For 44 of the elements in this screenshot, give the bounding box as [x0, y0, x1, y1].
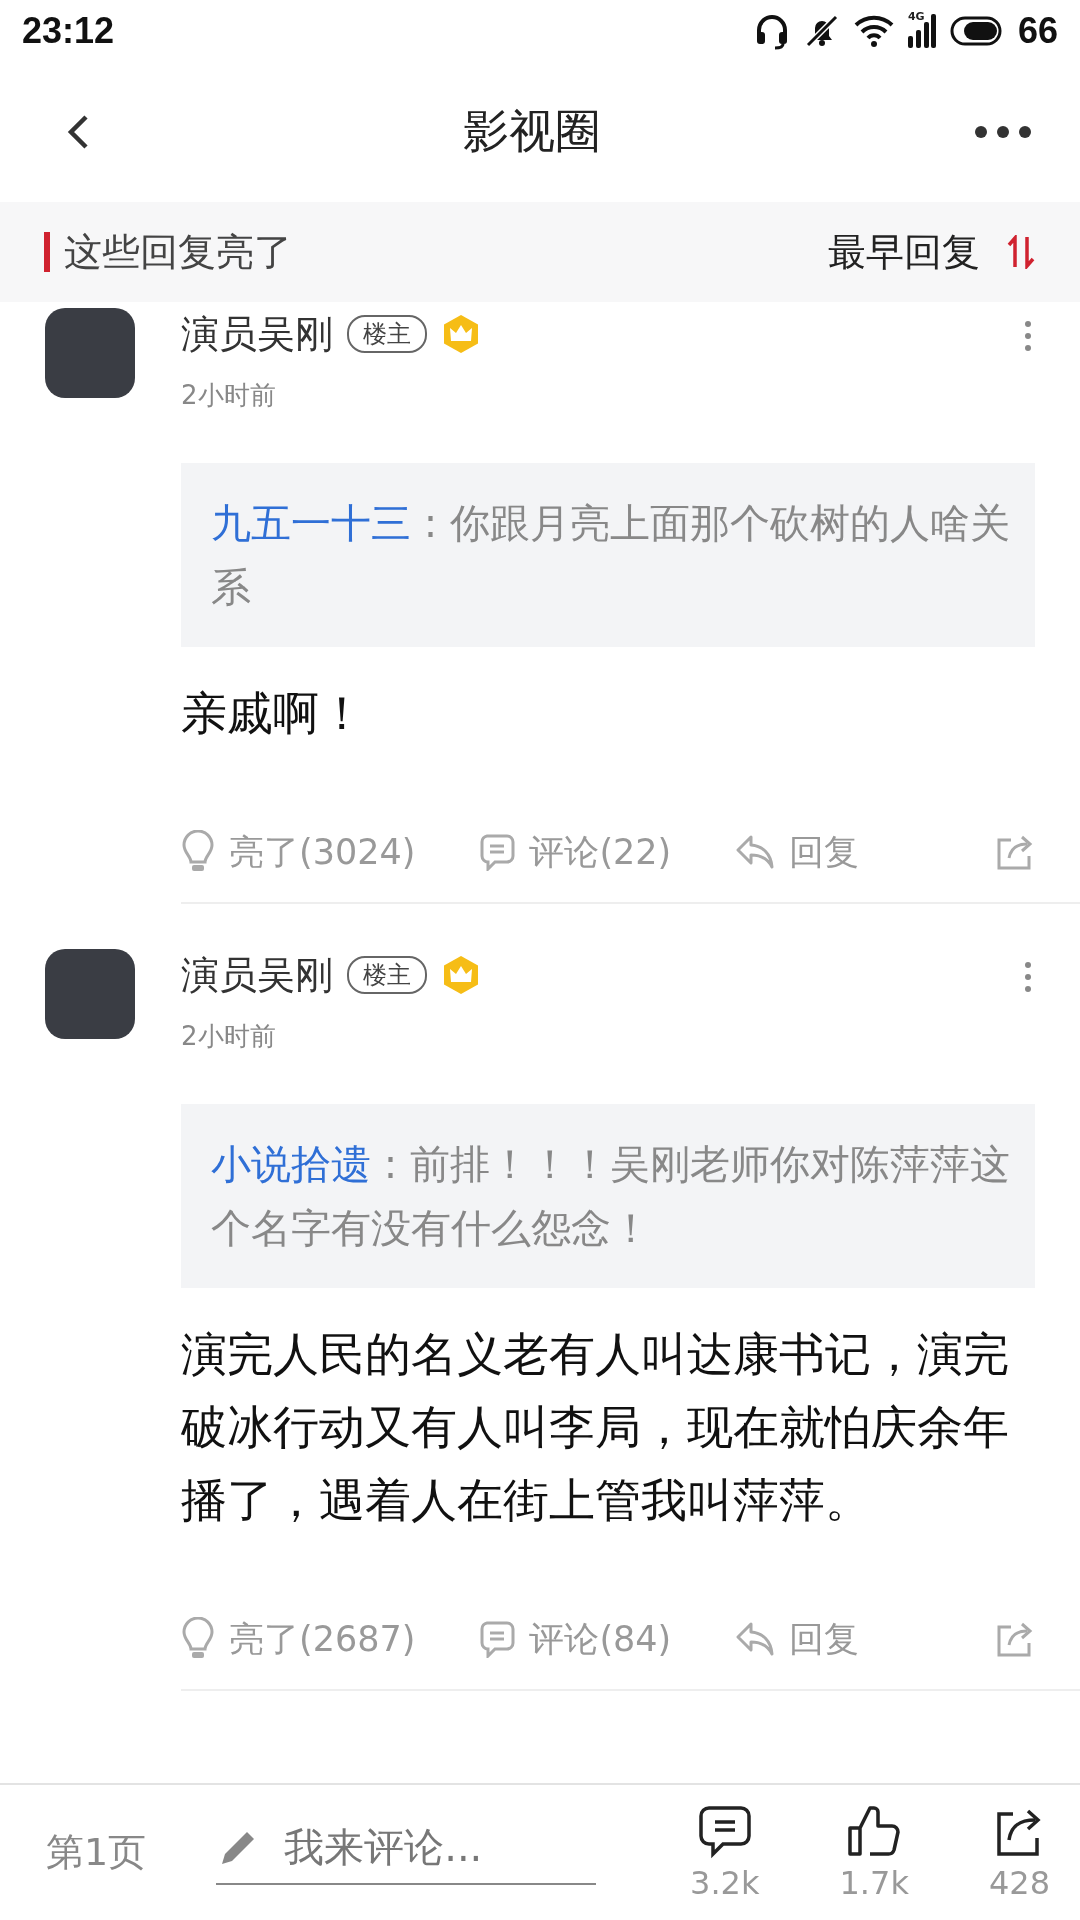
comment-button[interactable]: 评论(22) [479, 828, 672, 876]
battery-level: 66 [1017, 10, 1058, 52]
speech-bubble-icon [696, 1803, 753, 1860]
page-title: 影视圈 [463, 103, 601, 160]
post-time: 2小时前 [181, 379, 277, 412]
quoted-user-link[interactable]: 九五一十三 [211, 500, 411, 546]
reply-button[interactable]: 回复 [735, 1615, 860, 1663]
reply-arrow-icon [735, 1621, 776, 1657]
reply-text: 亲戚啊！ [181, 685, 366, 742]
comment-button[interactable]: 评论(84) [479, 1615, 672, 1663]
sort-button[interactable]: 最早回复 [828, 226, 1036, 278]
sort-icon [1006, 235, 1036, 269]
avatar-placeholder[interactable] [45, 949, 135, 1039]
comments-button[interactable]: 3.2k [690, 1803, 760, 1902]
author-name[interactable]: 演员吴刚 [181, 949, 333, 1001]
post-time: 2小时前 [181, 1020, 277, 1053]
like-button[interactable]: 1.7k [839, 1803, 909, 1902]
page-indicator[interactable]: 第1页 [46, 1827, 147, 1878]
reply-button[interactable]: 回复 [735, 828, 860, 876]
crown-icon [441, 955, 481, 995]
quoted-user-link[interactable]: 小说拾遗 [211, 1141, 371, 1187]
quoted-text: 小说拾遗 : 前排！！！吴刚老师你对陈萍萍这个名字有没有什么怨念！ [211, 1140, 1011, 1253]
share-button[interactable]: 428 [988, 1803, 1050, 1902]
comment-field[interactable]: 我来评论... [216, 1820, 597, 1885]
reply-arrow-icon [735, 834, 776, 870]
speech-bubble-icon [479, 833, 516, 871]
wifi-icon [853, 15, 894, 47]
quoted-text: 九五一十三 : 你跟月亮上面那个砍树的人啥关系 [211, 499, 1011, 612]
crown-icon [441, 314, 481, 354]
more-icon[interactable] [974, 125, 1032, 139]
op-badge: 楼主 [347, 315, 427, 353]
light-button[interactable]: 亮了(2687) [181, 1615, 416, 1663]
status-time: 23:12 [22, 10, 115, 52]
battery-icon [949, 16, 1004, 46]
speech-bubble-icon [479, 1620, 516, 1658]
op-badge: 楼主 [347, 956, 427, 994]
light-button[interactable]: 亮了(3024) [181, 828, 416, 876]
section-title: 这些回复亮了 [64, 228, 292, 276]
lightbulb-icon [181, 830, 215, 874]
author-name[interactable]: 演员吴刚 [181, 308, 333, 360]
back-icon[interactable] [66, 114, 90, 150]
avatar-placeholder[interactable] [45, 308, 135, 398]
reply-text: 演完人民的名义老有人叫达康书记，演完破冰行动又有人叫李局，现在就怕庆余年播了，遇着人在街上管我叫萍萍。 [181, 1326, 1010, 1529]
lightbulb-icon [181, 1617, 215, 1661]
